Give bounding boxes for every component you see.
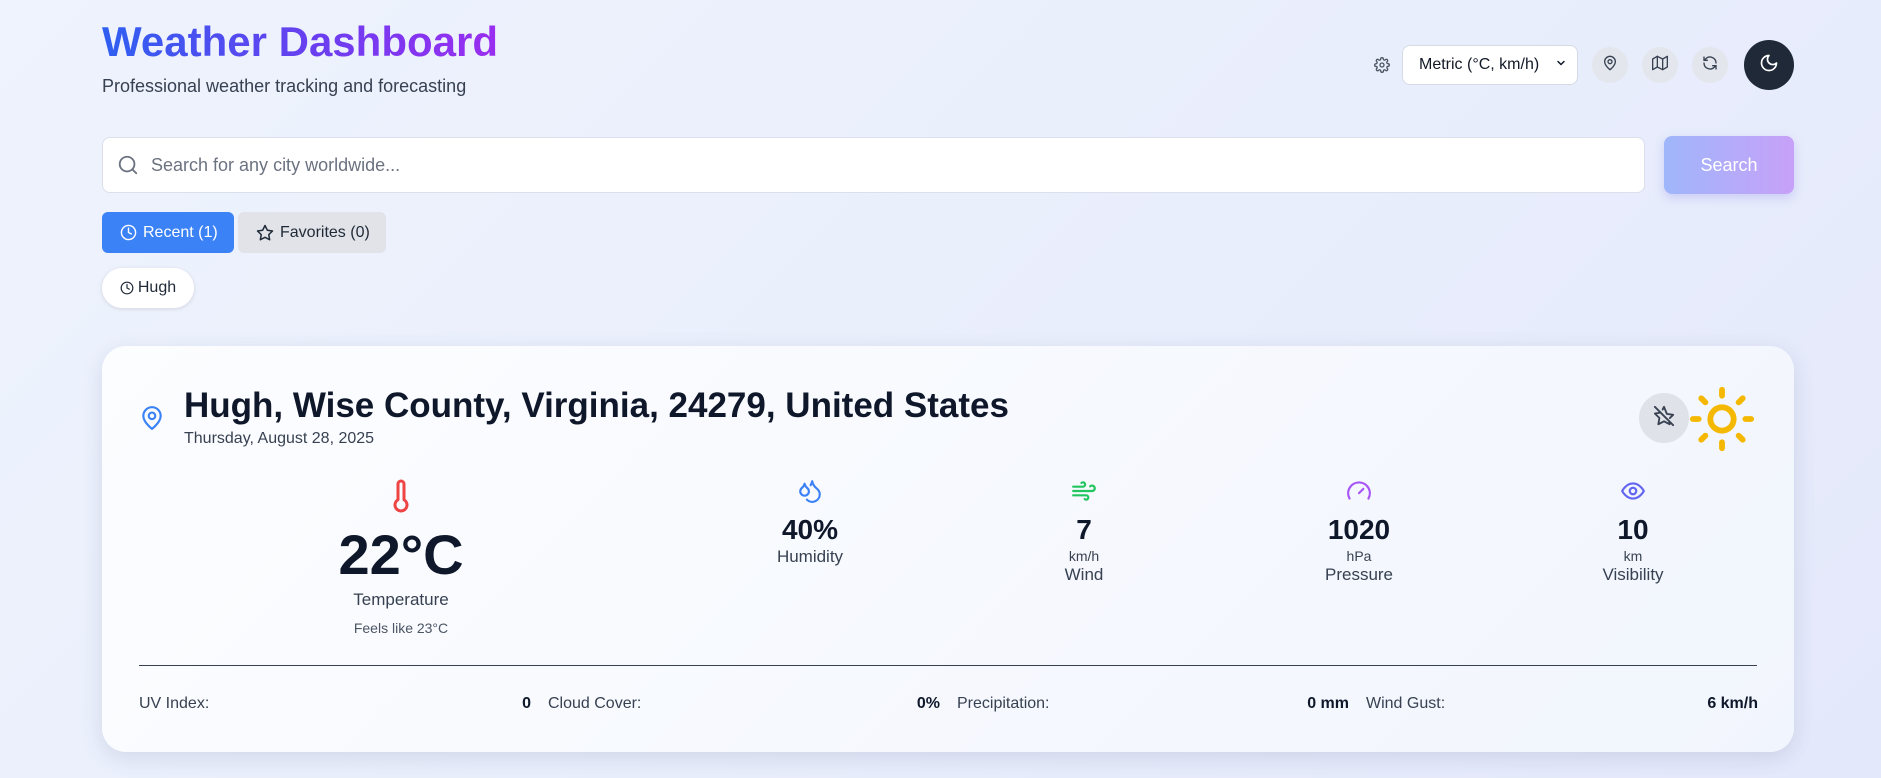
thermometer-icon xyxy=(383,478,419,518)
humidity-metric: 40% Humidity xyxy=(710,478,910,567)
page-title: Weather Dashboard xyxy=(102,16,498,68)
visibility-label: Visibility xyxy=(1602,565,1664,584)
recent-city-chip[interactable]: Hugh xyxy=(102,268,194,308)
pressure-value: 1020 xyxy=(1327,514,1391,545)
temperature-value: 22°C xyxy=(338,523,464,586)
wind-gust-label: Wind Gust: xyxy=(1366,695,1446,712)
temperature-block: 22°C Temperature Feels like 23°C xyxy=(301,478,501,636)
location-pin-icon xyxy=(1602,55,1618,76)
units-select[interactable]: Metric (°C, km/h) xyxy=(1402,45,1578,85)
eye-icon xyxy=(1620,478,1646,509)
clock-icon xyxy=(120,224,137,241)
tab-recent-label: Recent (1) xyxy=(143,223,218,241)
pressure-metric: 1020 hPa Pressure xyxy=(1259,478,1459,585)
sun-icon xyxy=(1687,384,1757,459)
cloud-cover-row: Cloud Cover: 0% xyxy=(548,695,940,713)
dark-mode-toggle[interactable] xyxy=(1744,40,1794,90)
precipitation-value: 0 mm xyxy=(1307,695,1349,712)
feels-like: Feels like 23°C xyxy=(353,620,449,636)
temperature-label: Temperature xyxy=(353,590,449,609)
location-pin-icon xyxy=(139,405,165,436)
visibility-metric: 10 km Visibility xyxy=(1533,478,1733,585)
star-off-icon xyxy=(1653,405,1675,432)
wind-unit: km/h xyxy=(1068,548,1100,564)
search-button[interactable]: Search xyxy=(1664,136,1794,194)
units-select-value: Metric (°C, km/h) xyxy=(1419,56,1540,73)
droplets-icon xyxy=(797,478,823,509)
location-date: Thursday, August 28, 2025 xyxy=(184,430,375,447)
wind-metric: 7 km/h Wind xyxy=(984,478,1184,585)
precipitation-label: Precipitation: xyxy=(957,695,1050,712)
pressure-label: Pressure xyxy=(1324,565,1394,584)
moon-icon xyxy=(1759,53,1779,78)
card-divider xyxy=(139,665,1757,666)
star-icon xyxy=(256,224,274,242)
pressure-unit: hPa xyxy=(1346,548,1372,564)
cloud-cover-value: 0% xyxy=(916,695,940,712)
map-icon xyxy=(1652,55,1668,76)
tab-favorites[interactable]: Favorites (0) xyxy=(238,212,386,253)
tab-recent[interactable]: Recent (1) xyxy=(102,212,234,253)
map-button[interactable] xyxy=(1642,47,1678,83)
uv-index-label: UV Index: xyxy=(139,695,210,712)
wind-gust-row: Wind Gust: 6 km/h xyxy=(1366,695,1758,713)
visibility-unit: km xyxy=(1623,548,1643,564)
cloud-cover-label: Cloud Cover: xyxy=(548,695,642,712)
tab-favorites-label: Favorites (0) xyxy=(280,223,370,241)
gauge-icon xyxy=(1346,478,1372,509)
settings-icon xyxy=(1372,55,1392,75)
wind-label: Wind xyxy=(1064,565,1104,584)
uv-index-row: UV Index: 0 xyxy=(139,695,531,713)
wind-gust-value: 6 km/h xyxy=(1707,695,1758,712)
humidity-label: Humidity xyxy=(776,547,844,566)
search-icon xyxy=(117,154,139,176)
page-subtitle: Professional weather tracking and foreca… xyxy=(102,76,467,96)
uv-index-value: 0 xyxy=(522,695,531,712)
refresh-icon xyxy=(1702,55,1718,76)
header-controls: Metric (°C, km/h) xyxy=(1372,40,1794,90)
visibility-value: 10 xyxy=(1617,514,1649,545)
wind-value: 7 xyxy=(1076,514,1092,545)
recent-city-label: Hugh xyxy=(137,279,177,296)
search-field[interactable] xyxy=(102,137,1645,193)
weather-card: Hugh, Wise County, Virginia, 24279, Unit… xyxy=(102,346,1794,752)
current-location-button[interactable] xyxy=(1592,47,1628,83)
precipitation-row: Precipitation: 0 mm xyxy=(957,695,1349,713)
clock-icon xyxy=(120,281,134,295)
chevron-down-icon xyxy=(1555,56,1567,74)
add-favorite-button[interactable] xyxy=(1639,393,1689,443)
refresh-button[interactable] xyxy=(1692,47,1728,83)
search-input[interactable] xyxy=(149,153,1644,177)
wind-icon xyxy=(1071,478,1097,509)
location-name: Hugh, Wise County, Virginia, 24279, Unit… xyxy=(184,386,1009,425)
humidity-value: 40% xyxy=(781,514,839,545)
